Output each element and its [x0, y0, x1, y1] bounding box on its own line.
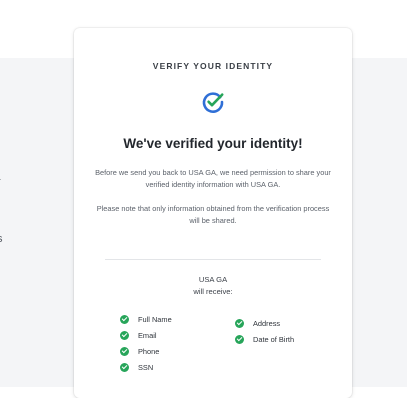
green-check-icon: [120, 330, 129, 340]
card-title: We've verified your identity!: [123, 136, 303, 151]
shared-field-item: Phone: [120, 343, 172, 359]
shared-field-item: SSN: [120, 359, 172, 375]
verified-check-icon: [202, 92, 224, 113]
shared-fields-right: Address Date of Birth: [235, 315, 294, 347]
green-check-icon: [235, 334, 244, 344]
green-check-icon: [235, 318, 244, 328]
notice-text: Please note that only information obtain…: [96, 204, 330, 225]
shared-field-label: Address: [253, 318, 281, 328]
shared-field-label: SSN: [138, 362, 154, 372]
green-check-icon: [120, 314, 129, 324]
shared-fields-left: Full Name Email Phone SSN: [120, 311, 172, 375]
shared-field-item: Date of Birth: [235, 331, 294, 347]
background-text-fragment: r: [0, 175, 8, 189]
shared-field-label: Phone: [138, 346, 160, 356]
shared-field-label: Email: [138, 330, 157, 340]
verify-identity-card: VERIFY YOUR IDENTITY We've verified your…: [74, 28, 352, 398]
divider: [105, 259, 321, 260]
recipient-block: USA GA will receive:: [74, 274, 352, 298]
shared-field-item: Email: [120, 327, 172, 343]
shared-field-item: Address: [235, 315, 294, 331]
card-heading: VERIFY YOUR IDENTITY: [152, 61, 274, 71]
permission-text: Before we send you back to USA GA, we ne…: [95, 168, 331, 189]
background-text-fragment: s: [0, 232, 8, 246]
recipient-suffix: will receive:: [193, 287, 233, 296]
shared-field-label: Date of Birth: [253, 334, 295, 344]
shared-field-label: Full Name: [138, 314, 172, 324]
green-check-icon: [120, 362, 129, 372]
shared-field-item: Full Name: [120, 311, 172, 327]
recipient-name: USA GA: [198, 275, 228, 284]
green-check-icon: [120, 346, 129, 356]
